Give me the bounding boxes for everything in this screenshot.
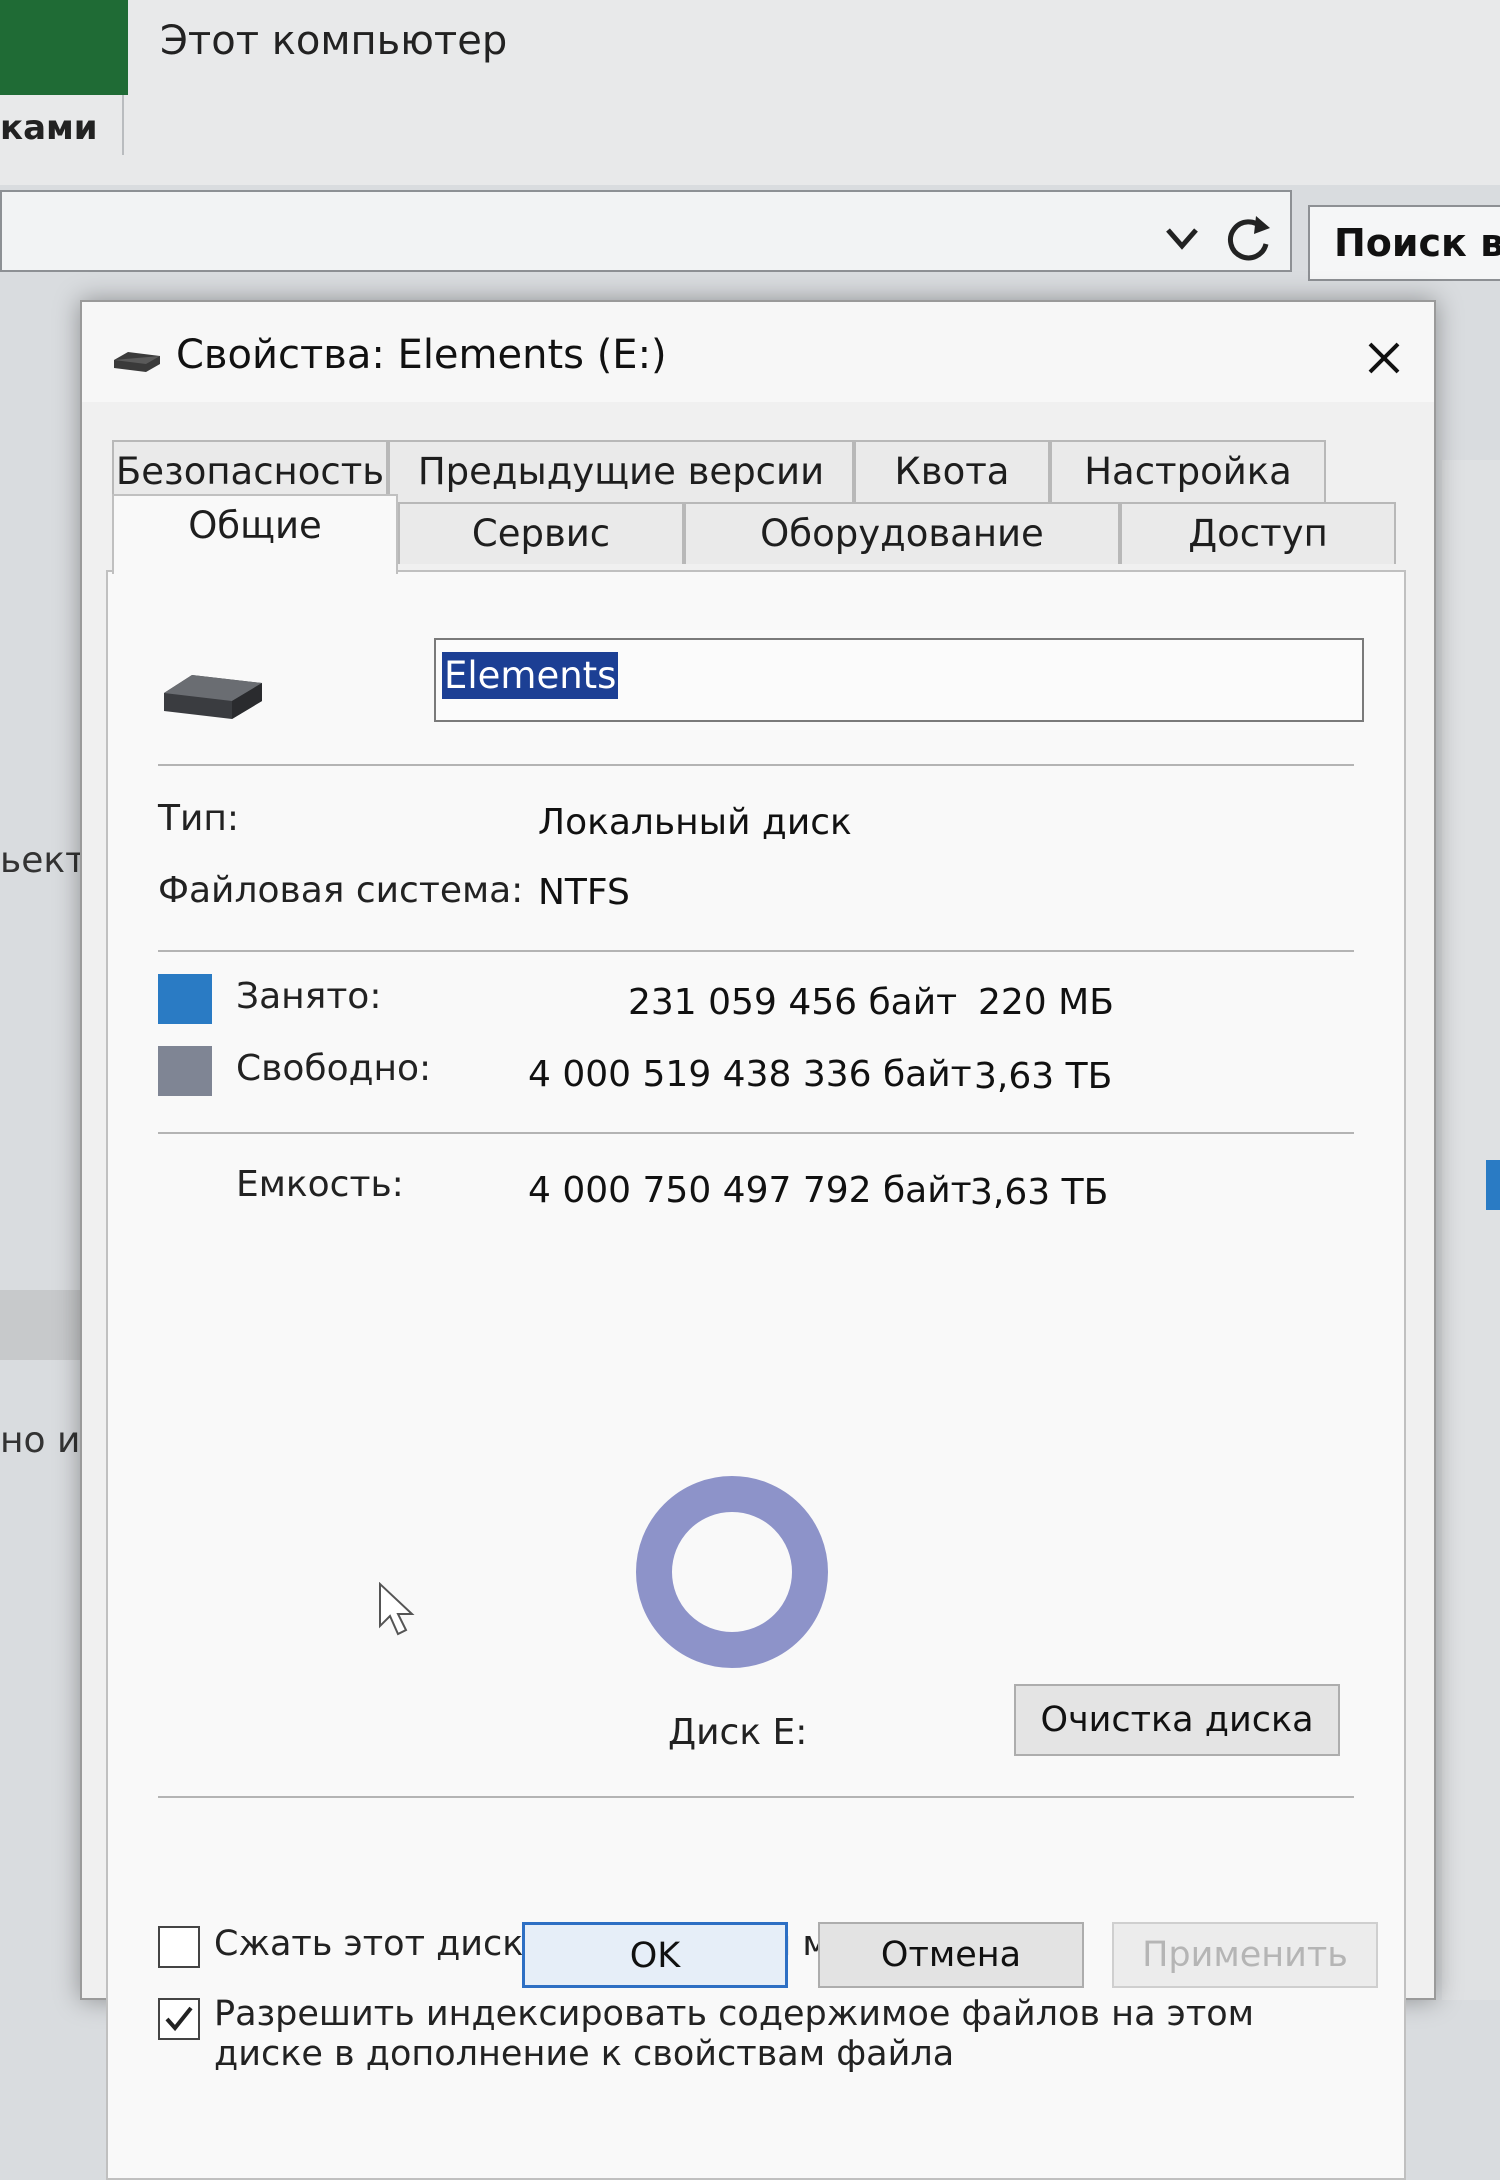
tab-strip: Безопасность Предыдущие версии Квота Нас… — [112, 440, 1402, 574]
drive-icon — [114, 352, 160, 372]
explorer-search-input[interactable]: Поиск в: — [1308, 205, 1500, 281]
separator — [158, 1132, 1354, 1134]
explorer-file-tab[interactable] — [0, 0, 128, 95]
explorer-left-fragment: но и — [0, 1420, 81, 1461]
index-label-line2: диске в дополнение к свойствам файла — [214, 2034, 955, 2074]
capacity-short: 3,63 ТБ — [970, 1172, 1109, 1213]
checkmark-icon — [165, 2006, 193, 2032]
index-label-line1: Разрешить индексировать содержимое файло… — [214, 1994, 1255, 2034]
disk-cleanup-button[interactable]: Очистка диска — [1014, 1684, 1340, 1756]
refresh-icon[interactable] — [1218, 210, 1278, 270]
compress-checkbox[interactable] — [158, 1926, 200, 1968]
ok-button[interactable]: OK — [522, 1922, 788, 1988]
properties-dialog: Свойства: Elements (E:) Безопасность Пре… — [80, 300, 1436, 2180]
separator — [158, 1796, 1354, 1798]
free-space-bytes: 4 000 519 438 336 байт — [528, 1054, 972, 1095]
used-space-bytes: 231 059 456 байт — [628, 982, 958, 1023]
dialog-titlebar[interactable]: Свойства: Elements (E:) — [82, 302, 1434, 402]
dialog-title: Свойства: Elements (E:) — [176, 332, 667, 378]
disk-usage-donut — [636, 1475, 828, 1668]
close-button[interactable] — [1356, 330, 1412, 386]
cancel-button[interactable]: Отмена — [818, 1922, 1084, 1988]
apply-button[interactable]: Применить — [1112, 1922, 1378, 1988]
capacity-label: Емкость: — [236, 1164, 404, 1205]
chevron-down-icon[interactable] — [1162, 218, 1202, 258]
volume-name-text: Elements — [442, 652, 619, 699]
disk-label: Диск E: — [668, 1712, 808, 1753]
used-space-short: 220 МБ — [978, 982, 1114, 1023]
tab-customize[interactable]: Настройка — [1050, 440, 1326, 502]
explorer-right-pane — [1442, 460, 1500, 2000]
separator — [158, 950, 1354, 952]
tab-tools[interactable]: Сервис — [398, 502, 684, 564]
capacity-bytes: 4 000 750 497 792 байт — [528, 1170, 972, 1211]
separator — [158, 764, 1354, 766]
explorer-left-fragment: ьект — [0, 840, 87, 881]
used-space-swatch — [158, 974, 212, 1024]
free-space-label: Свободно: — [236, 1048, 432, 1089]
explorer-left-selection — [0, 1290, 80, 1360]
explorer-window-title: Этот компьютер — [160, 18, 508, 64]
volume-name-input[interactable]: Elements — [434, 638, 1364, 722]
tab-previous-versions[interactable]: Предыдущие версии — [388, 440, 854, 502]
index-checkbox[interactable] — [158, 1998, 200, 2040]
tab-security[interactable]: Безопасность — [112, 440, 388, 502]
tab-general[interactable]: Общие — [112, 494, 398, 574]
type-value: Локальный диск — [538, 802, 852, 843]
tab-quota[interactable]: Квота — [854, 440, 1050, 502]
explorer-right-accent — [1486, 1160, 1500, 1210]
mouse-cursor-icon — [379, 1582, 415, 1636]
used-space-label: Занято: — [236, 976, 382, 1017]
tab-sharing[interactable]: Доступ — [1120, 502, 1396, 564]
close-icon — [1368, 342, 1400, 374]
drive-icon — [164, 675, 262, 719]
filesystem-value: NTFS — [538, 872, 630, 913]
tab-hardware[interactable]: Оборудование — [684, 502, 1120, 564]
explorer-ribbon-divider — [122, 95, 124, 155]
free-space-short: 3,63 ТБ — [974, 1056, 1113, 1097]
explorer-ribbon-tab-fragment[interactable]: ками — [0, 108, 98, 148]
filesystem-label: Файловая система: — [158, 870, 524, 911]
donut-slice-free — [636, 1476, 828, 1668]
type-label: Тип: — [158, 798, 240, 839]
explorer-address-bar[interactable] — [0, 190, 1292, 272]
free-space-swatch — [158, 1046, 212, 1096]
